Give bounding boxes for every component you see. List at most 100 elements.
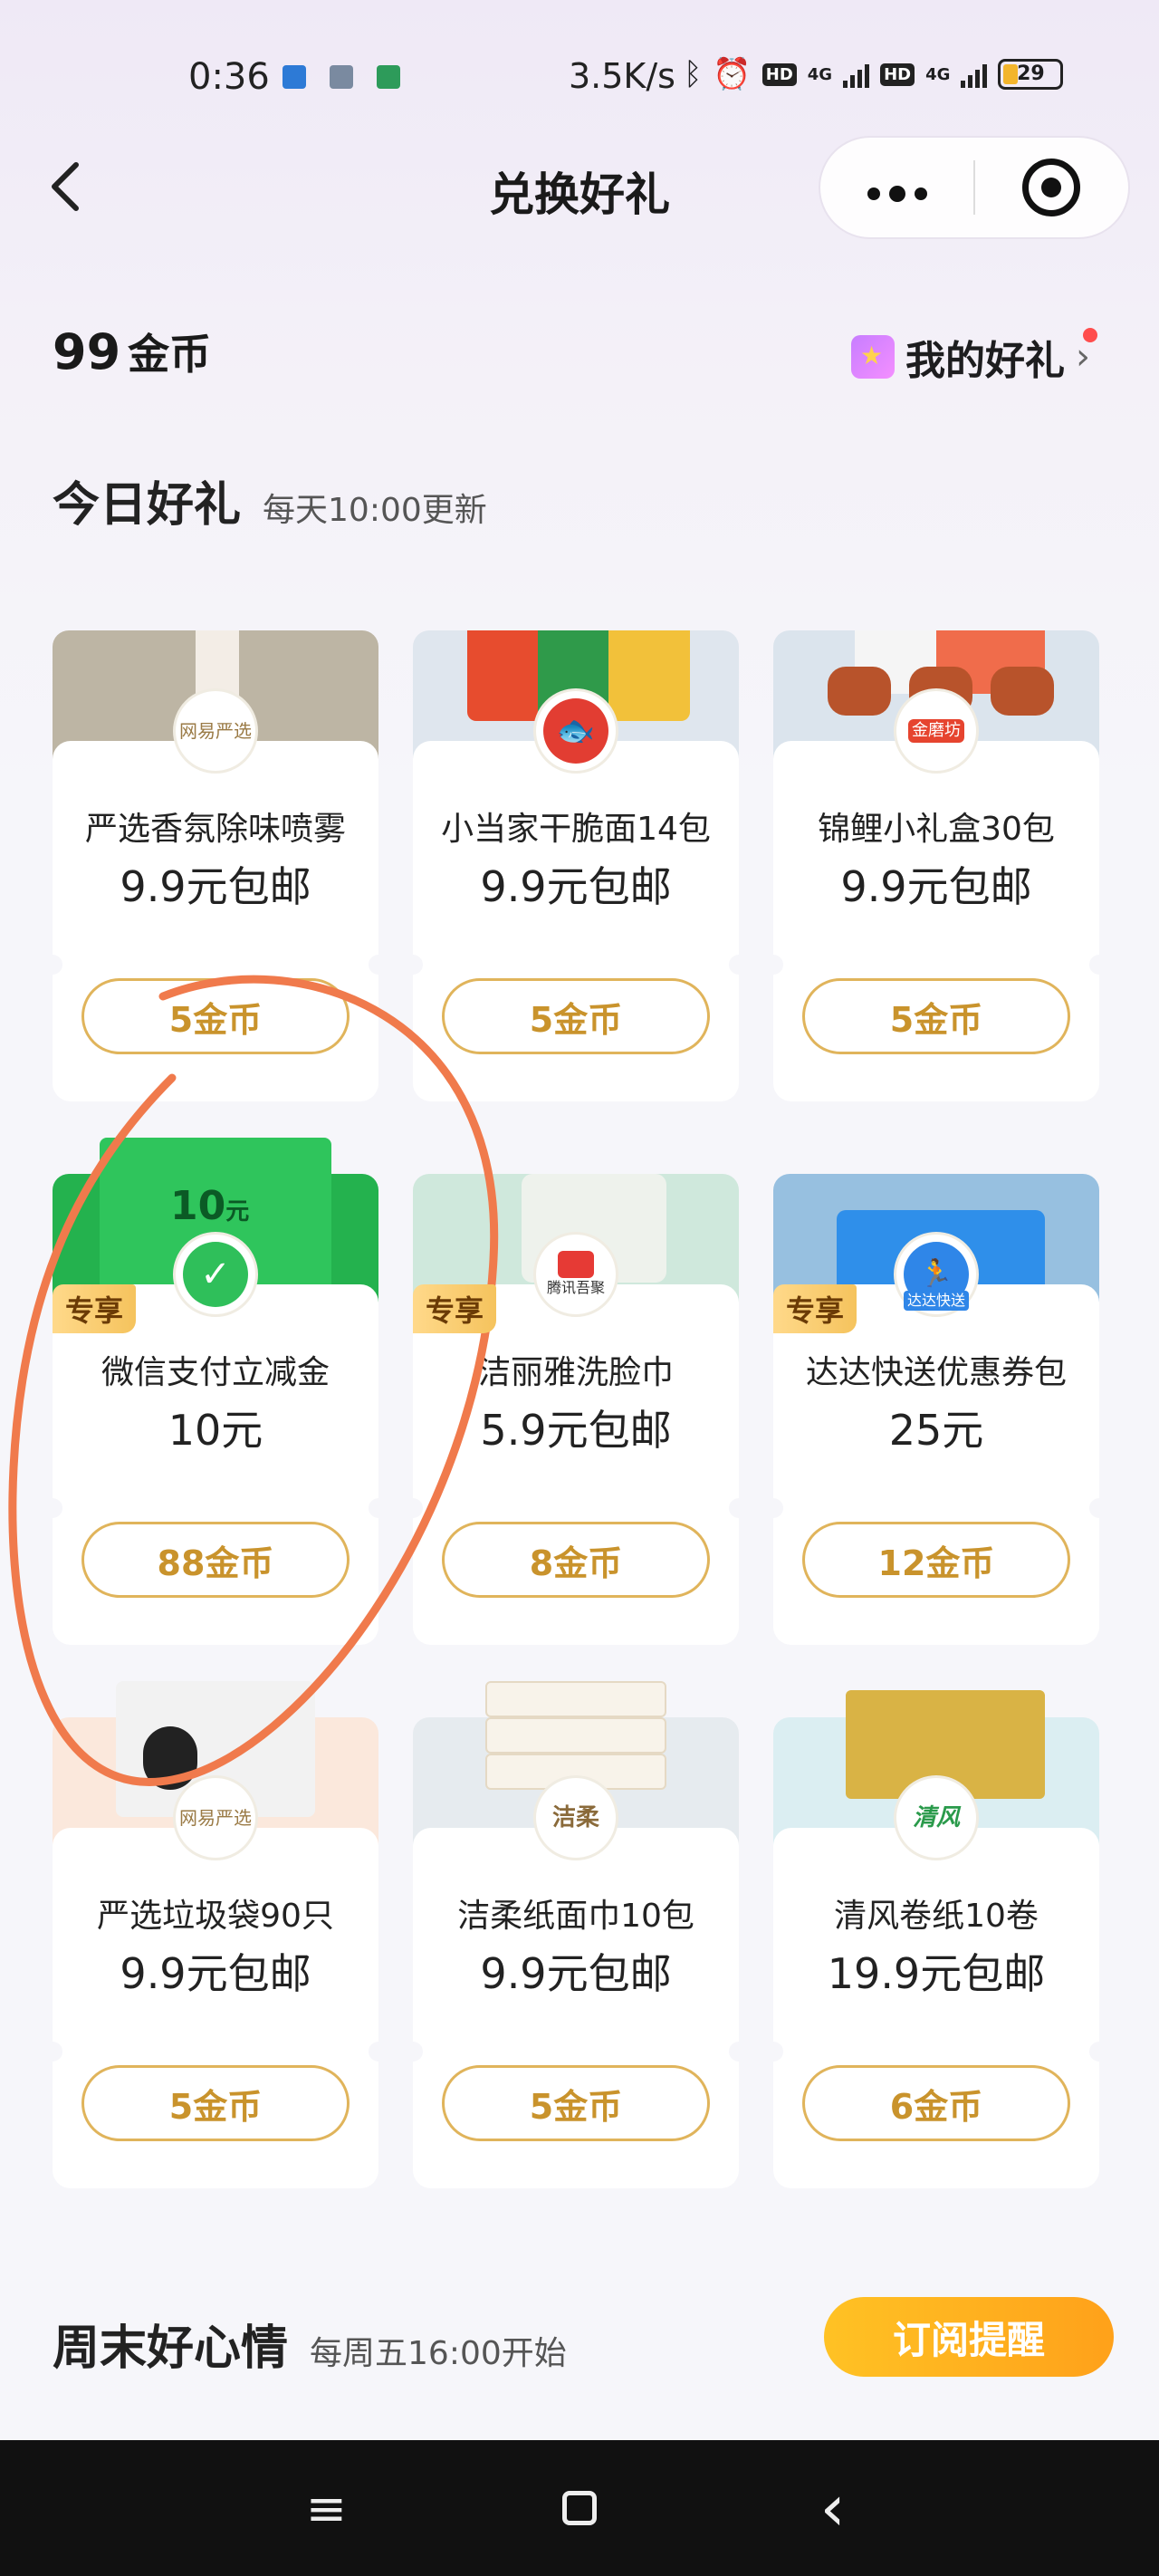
redeem-button[interactable]: 88金币 xyxy=(81,1522,350,1598)
brand-logo: 🏃 达达快送 xyxy=(894,1232,979,1317)
bluetooth-icon: ᛒ xyxy=(684,56,703,92)
exclusive-badge: 专享 xyxy=(53,1284,137,1333)
my-gifts-link[interactable]: 我的好礼 › xyxy=(851,328,1090,386)
app-notification-icon xyxy=(283,65,306,89)
brand-logo: 网易严选 xyxy=(173,1775,258,1860)
brand-logo-text: 网易严选 xyxy=(179,720,252,742)
home-button[interactable] xyxy=(561,2491,597,2525)
battery-icon: 29 xyxy=(998,59,1064,90)
product-price: 19.9元包邮 xyxy=(827,1949,1046,1998)
signal-label: 4G xyxy=(807,64,833,84)
redeem-button[interactable]: 5金币 xyxy=(442,2065,710,2141)
weekend-section-subtitle: 每周五16:00开始 xyxy=(310,2335,567,2372)
product-price: 5.9元包邮 xyxy=(480,1406,672,1455)
redeem-button[interactable]: 5金币 xyxy=(81,978,350,1054)
product-name: 严选香氛除味喷雾 xyxy=(84,811,346,848)
brand-logo-text: 达达快送 xyxy=(903,1291,969,1311)
product-card[interactable]: 网易严选 严选垃圾袋90只 9.9元包邮 5金币 xyxy=(43,1647,388,2188)
product-name: 洁丽雅洗脸巾 xyxy=(477,1354,674,1391)
redeem-button[interactable]: 5金币 xyxy=(442,978,710,1054)
gift-box-icon xyxy=(851,335,895,379)
signal-icon xyxy=(961,61,988,88)
menu-icon[interactable]: ≡ xyxy=(290,2480,362,2537)
product-name: 达达快送优惠券包 xyxy=(805,1354,1067,1391)
product-card[interactable]: 专享 腾讯吾聚 洁丽雅洗脸巾 5.9元包邮 8金币 xyxy=(403,1103,749,1645)
shop-bag-icon xyxy=(557,1251,594,1278)
brand-logo: 金磨坊 xyxy=(894,688,979,774)
chevron-right-icon: › xyxy=(1076,336,1090,378)
hd-icon: HD xyxy=(880,62,915,86)
more-button[interactable] xyxy=(820,169,973,206)
redeem-button[interactable]: 12金币 xyxy=(802,1522,1070,1598)
signal-label: 4G xyxy=(925,64,951,84)
brand-logo: 清风 xyxy=(894,1775,979,1860)
redeem-button[interactable]: 5金币 xyxy=(802,978,1070,1054)
product-price: 25元 xyxy=(888,1406,984,1455)
product-card[interactable]: 清风 清风卷纸10卷 19.9元包邮 6金币 xyxy=(763,1647,1109,2188)
brand-logo-text: 腾讯吾聚 xyxy=(546,1279,605,1296)
redeem-button[interactable]: 6金币 xyxy=(802,2065,1070,2141)
subscribe-button[interactable]: 订阅提醒 xyxy=(824,2297,1114,2377)
mini-program-capsule xyxy=(819,136,1130,239)
product-name: 微信支付立减金 xyxy=(101,1354,330,1391)
product-card[interactable]: 10元 专享 ✓ 微信支付立减金 10元 88金币 xyxy=(43,1103,388,1645)
my-gifts-label: 我的好礼 xyxy=(905,338,1065,384)
product-card[interactable]: 🐟 小当家干脆面14包 9.9元包邮 5金币 xyxy=(403,560,749,1101)
status-time: 0:36 xyxy=(188,56,270,98)
product-grid: 网易严选 严选香氛除味喷雾 9.9元包邮 5金币 🐟 小当家干脆面14包 9.9… xyxy=(43,560,1109,2188)
brand-logo: 🐟 xyxy=(533,688,618,774)
status-right-icons: ᛒ ⏰ HD 4G HD 4G 29 xyxy=(684,56,1064,92)
coin-balance-value: 99 xyxy=(53,323,121,380)
product-card[interactable]: 专享 🏃 达达快送 达达快送优惠券包 25元 12金币 xyxy=(763,1103,1109,1645)
product-price: 9.9元包邮 xyxy=(120,862,311,911)
product-price: 9.9元包邮 xyxy=(120,1949,311,1998)
product-name: 锦鲤小礼盒30包 xyxy=(818,811,1055,848)
product-price: 9.9元包邮 xyxy=(480,862,672,911)
brand-logo: 腾讯吾聚 xyxy=(533,1232,618,1317)
today-section-title: 今日好礼 xyxy=(53,478,242,533)
voucher-amount: 10 xyxy=(170,1183,226,1229)
weekend-section-title: 周末好心情 xyxy=(53,2321,289,2376)
status-bar: 0:36 3.5K/s ᛒ ⏰ HD 4G HD 4G 29 xyxy=(0,0,1159,154)
coin-balance-unit: 金币 xyxy=(128,330,212,379)
brand-logo: ✓ xyxy=(173,1232,258,1317)
product-price: 9.9元包邮 xyxy=(840,862,1032,911)
product-card[interactable]: 洁柔 洁柔纸面巾10包 9.9元包邮 5金币 xyxy=(403,1647,749,2188)
brand-logo-text: 清风 xyxy=(912,1804,960,1831)
today-section-header: 今日好礼 每天10:00更新 xyxy=(53,466,487,534)
nav-back-icon[interactable]: ‹ xyxy=(797,2471,869,2545)
brand-logo: 网易严选 xyxy=(173,688,258,774)
close-miniprogram-button[interactable] xyxy=(975,159,1128,216)
product-card[interactable]: 网易严选 严选香氛除味喷雾 9.9元包邮 5金币 xyxy=(43,560,388,1101)
fish-logo-icon: 🐟 xyxy=(543,698,608,764)
battery-level: 29 xyxy=(1017,62,1045,85)
signal-icon xyxy=(843,61,870,88)
network-speed: 3.5K/s xyxy=(569,56,675,96)
redeem-button[interactable]: 5金币 xyxy=(81,2065,350,2141)
product-name: 严选垃圾袋90只 xyxy=(97,1898,334,1935)
product-name: 清风卷纸10卷 xyxy=(834,1898,1039,1935)
product-name: 小当家干脆面14包 xyxy=(441,811,711,848)
notification-icons xyxy=(283,65,400,89)
wechat-pay-icon: ✓ xyxy=(183,1242,248,1307)
product-price: 10元 xyxy=(168,1406,263,1455)
weekend-section-header: 周末好心情 每周五16:00开始 xyxy=(53,2310,567,2378)
hd-icon: HD xyxy=(761,62,797,86)
coin-balance: 99 金币 xyxy=(53,322,211,381)
app-notification-icon xyxy=(330,65,353,89)
more-dots-icon xyxy=(867,186,927,202)
product-card[interactable]: 金磨坊 锦鲤小礼盒30包 9.9元包邮 5金币 xyxy=(763,560,1109,1101)
product-name: 洁柔纸面巾10包 xyxy=(457,1898,694,1935)
redeem-button[interactable]: 8金币 xyxy=(442,1522,710,1598)
target-circle-icon xyxy=(1022,159,1081,216)
today-section-subtitle: 每天10:00更新 xyxy=(263,492,487,529)
exclusive-badge: 专享 xyxy=(413,1284,497,1333)
notification-dot xyxy=(1083,328,1097,342)
brand-logo-text: 洁柔 xyxy=(551,1804,599,1831)
exclusive-badge: 专享 xyxy=(773,1284,857,1333)
brand-logo-text: 网易严选 xyxy=(179,1807,252,1829)
voucher-unit: 元 xyxy=(225,1198,250,1226)
brand-logo: 洁柔 xyxy=(533,1775,618,1860)
alarm-icon: ⏰ xyxy=(713,56,752,92)
system-nav-bar: ≡ ‹ xyxy=(0,2440,1159,2576)
